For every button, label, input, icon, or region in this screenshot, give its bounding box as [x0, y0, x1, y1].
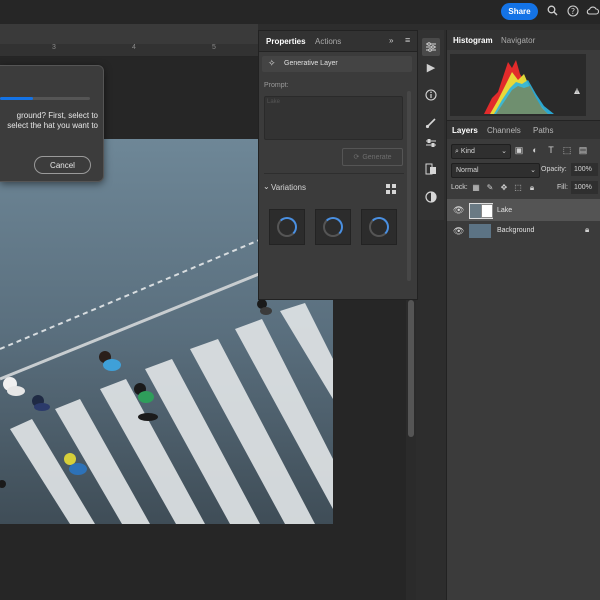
- search-icon[interactable]: [546, 5, 559, 18]
- filter-adjustment-icon[interactable]: ◐: [529, 144, 541, 156]
- loading-spinner-icon: [323, 217, 343, 237]
- histogram-graph: !: [450, 54, 586, 116]
- tab-paths[interactable]: Paths: [533, 126, 553, 135]
- layer-name: Background: [497, 227, 535, 234]
- play-icon[interactable]: ▶: [422, 58, 440, 76]
- tab-navigator[interactable]: Navigator: [501, 36, 535, 45]
- layer-type-label: Generative Layer: [284, 60, 338, 67]
- fill-value: 100%: [574, 184, 592, 191]
- lock-icon: 🔒︎: [585, 225, 590, 234]
- dialog-message-text: ground? First, select to select the hat …: [7, 111, 98, 130]
- lock-transparency-icon[interactable]: ▦: [471, 182, 481, 194]
- scrollbar-thumb[interactable]: [408, 300, 414, 437]
- prompt-input[interactable]: [264, 96, 403, 140]
- tab-layers[interactable]: Layers: [452, 126, 478, 135]
- panel-tool-strip: ▶: [418, 30, 444, 220]
- layer-name: Lake: [497, 207, 513, 214]
- variation-thumbnail[interactable]: [361, 209, 397, 245]
- filter-smart-object-icon[interactable]: ▤: [577, 144, 589, 156]
- tab-properties[interactable]: Properties: [266, 37, 306, 46]
- layer-row-lake[interactable]: 👁︎ Lake: [447, 199, 600, 221]
- panel-collapse-icon[interactable]: »: [389, 36, 393, 45]
- loading-spinner-icon: [369, 217, 389, 237]
- search-icon: ⌕: [455, 148, 459, 155]
- fill-input[interactable]: 100%: [571, 181, 598, 194]
- layer-thumbnail: [469, 224, 491, 238]
- lock-all-icon[interactable]: 🔒︎: [527, 182, 537, 194]
- properties-tab-bar: Properties Actions » ≡: [259, 31, 417, 52]
- chevron-down-icon[interactable]: ⌄: [263, 182, 270, 191]
- sliders-icon[interactable]: [422, 134, 440, 152]
- generate-icon: ⟳: [353, 154, 360, 161]
- cloud-icon[interactable]: [586, 5, 600, 18]
- svg-text:?: ?: [570, 7, 574, 16]
- layer-row-background[interactable]: 👁︎ Background 🔒︎: [447, 221, 600, 241]
- generate-button[interactable]: ⟳ Generate: [342, 148, 403, 166]
- chevron-down-icon: ⌄: [501, 148, 507, 155]
- visibility-eye-icon[interactable]: 👁︎: [453, 205, 464, 216]
- loading-spinner-icon: [277, 217, 297, 237]
- horizontal-ruler: 3 4 5: [0, 44, 258, 57]
- filter-type-icon[interactable]: T: [545, 144, 557, 156]
- properties-scrollbar[interactable]: [407, 91, 411, 281]
- blend-mode-value: Normal: [456, 167, 479, 174]
- layer-mask-thumbnail: [481, 204, 493, 218]
- warning-icon: !: [576, 89, 578, 95]
- kind-label: Kind: [460, 148, 475, 155]
- opacity-label: Opacity:: [541, 166, 567, 173]
- divider: [264, 173, 404, 174]
- variations-label: Variations: [271, 183, 306, 192]
- tab-actions[interactable]: Actions: [315, 37, 341, 46]
- prompt-label: Prompt:: [264, 82, 289, 89]
- chevron-down-icon: ⌄: [530, 167, 536, 174]
- layers-tab-bar: Layers Channels Paths: [447, 120, 600, 139]
- generative-layer-header: ✧ Generative Layer: [262, 56, 412, 72]
- visibility-eye-icon[interactable]: 👁︎: [453, 226, 464, 237]
- ruler-tick: 5: [212, 44, 216, 51]
- dialog-message: ground? First, select to select the hat …: [0, 111, 98, 131]
- properties-panel: Properties Actions » ≡ ✧ Generative Laye…: [258, 30, 418, 300]
- sparkle-icon: ✧: [268, 58, 276, 68]
- swatches-icon[interactable]: [422, 160, 440, 178]
- grid-view-icon[interactable]: [386, 181, 396, 194]
- filter-shape-icon[interactable]: ⬚: [561, 144, 573, 156]
- lock-image-icon[interactable]: ✎: [485, 182, 495, 194]
- filter-pixel-icon[interactable]: ▣: [513, 144, 525, 156]
- ruler-tick: 3: [52, 44, 56, 51]
- tab-channels[interactable]: Channels: [487, 126, 521, 135]
- info-icon[interactable]: [422, 86, 440, 104]
- cancel-button[interactable]: Cancel: [34, 156, 91, 174]
- fill-label: Fill:: [557, 184, 568, 191]
- generative-fill-dialog: ground? First, select to select the hat …: [0, 65, 104, 182]
- variation-thumbnail[interactable]: [315, 209, 351, 245]
- opacity-value: 100%: [574, 166, 592, 173]
- variation-thumbnail[interactable]: [269, 209, 305, 245]
- lock-artboard-icon[interactable]: ⬚: [513, 182, 523, 194]
- opacity-input[interactable]: 100%: [571, 163, 598, 176]
- right-panel-column: Histogram Navigator ! Layers Channels Pa…: [446, 30, 600, 600]
- adjustments-icon[interactable]: [422, 38, 440, 56]
- share-button[interactable]: Share: [501, 3, 538, 20]
- tab-histogram[interactable]: Histogram: [453, 36, 493, 45]
- blend-mode-select[interactable]: Normal ⌄: [451, 163, 540, 178]
- brush-icon[interactable]: [422, 114, 440, 132]
- progress-bar: [0, 97, 34, 100]
- panel-menu-icon[interactable]: ≡: [405, 35, 410, 45]
- generate-label: Generate: [362, 153, 392, 161]
- prompt-placeholder: Lake: [267, 99, 281, 105]
- document-tab-bar: [0, 24, 258, 45]
- ruler-tick: 4: [132, 44, 136, 51]
- lock-position-icon[interactable]: ✥: [499, 182, 509, 194]
- color-wheel-icon[interactable]: [422, 188, 440, 206]
- lock-label: Lock:: [451, 184, 468, 191]
- layer-filter-kind-select[interactable]: ⌕ Kind ⌄: [451, 144, 511, 159]
- histogram-tab-bar: Histogram Navigator: [447, 30, 600, 50]
- help-icon[interactable]: ?: [566, 5, 579, 18]
